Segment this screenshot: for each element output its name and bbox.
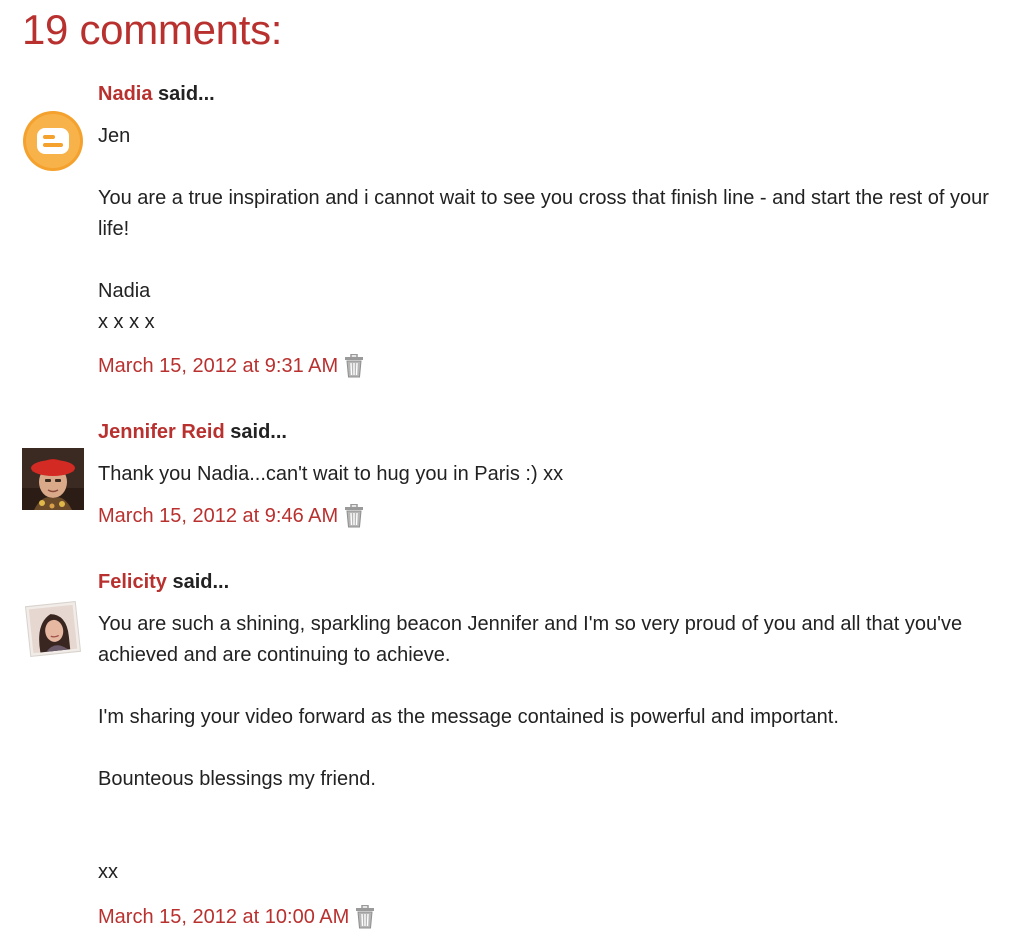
avatar[interactable] <box>22 110 84 172</box>
author-link[interactable]: Jennifer Reid <box>98 421 225 443</box>
comment-paragraph: I'm sharing your video forward as the me… <box>98 706 839 728</box>
user-photo-avatar <box>22 598 84 660</box>
said-label: said... <box>158 83 215 105</box>
comment-paragraph <box>98 152 998 183</box>
comment-body: You are such a shining, sparkling beacon… <box>98 609 998 888</box>
comment-paragraph <box>98 826 998 857</box>
avatar[interactable] <box>22 598 84 660</box>
comment-paragraph <box>98 671 998 702</box>
said-label: said... <box>172 571 230 593</box>
comment-timestamp-link[interactable]: March 15, 2012 at 10:00 AM <box>98 903 349 931</box>
blogger-logo-icon <box>23 111 83 171</box>
comment-paragraph: Thank you Nadia...can't wait to hug you … <box>98 463 564 485</box>
author-link[interactable]: Felicity <box>98 571 167 593</box>
trash-icon[interactable] <box>355 904 375 929</box>
comment-body: Thank you Nadia...can't wait to hug you … <box>98 459 998 490</box>
comments-heading: 19 comments: <box>22 6 283 53</box>
user-photo-avatar <box>22 448 84 510</box>
comment-author-line: Felicity said... <box>98 568 229 596</box>
comment-timestamp-link[interactable]: March 15, 2012 at 9:46 AM <box>98 502 338 530</box>
trash-icon[interactable] <box>344 353 364 378</box>
said-label: said... <box>230 421 287 443</box>
comment-paragraph <box>98 245 998 276</box>
trash-icon[interactable] <box>344 503 364 528</box>
comment-paragraph: Nadia <box>98 280 151 302</box>
comment-paragraph: You are such a shining, sparkling beacon… <box>98 613 963 666</box>
comment-paragraph: xx <box>98 861 118 883</box>
comment-body: Jen You are a true inspiration and i can… <box>98 121 998 338</box>
comment-paragraph <box>98 733 998 764</box>
comment-author-line: Jennifer Reid said... <box>98 418 287 446</box>
comment-footer: March 15, 2012 at 9:31 AM <box>98 352 364 380</box>
author-link[interactable]: Nadia <box>98 83 152 105</box>
comment-paragraph: Bounteous blessings my friend. <box>98 768 376 790</box>
comment-paragraph: Jen <box>98 125 131 147</box>
comment-footer: March 15, 2012 at 10:00 AM <box>98 903 375 931</box>
comment-paragraph <box>98 795 998 826</box>
comment-paragraph: x x x x <box>98 311 155 333</box>
avatar[interactable] <box>22 448 84 510</box>
comment-paragraph: You are a true inspiration and i cannot … <box>98 187 989 240</box>
comment-footer: March 15, 2012 at 9:46 AM <box>98 502 364 530</box>
comment-timestamp-link[interactable]: March 15, 2012 at 9:31 AM <box>98 352 338 380</box>
comment-author-line: Nadia said... <box>98 80 215 108</box>
